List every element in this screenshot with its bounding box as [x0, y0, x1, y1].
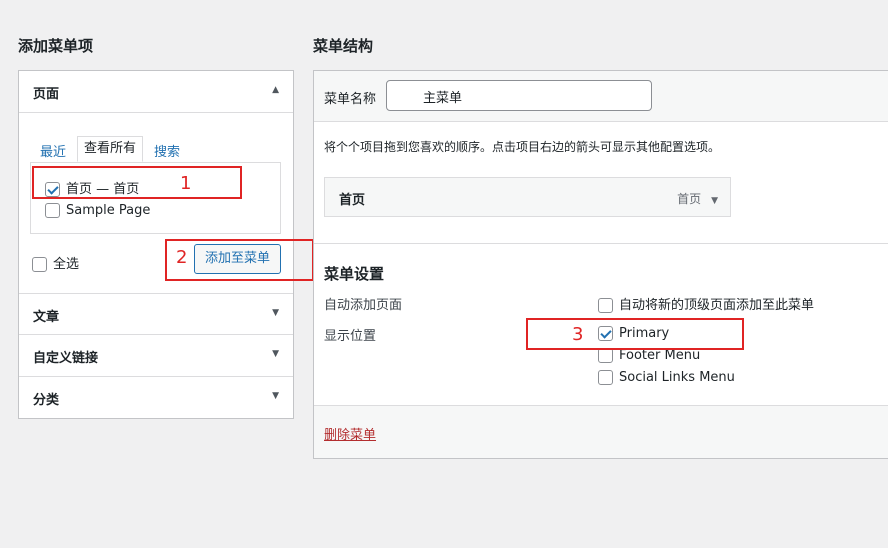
tab-view-all[interactable]: 查看所有: [77, 136, 144, 162]
display-location-label: 显示位置: [324, 329, 377, 344]
annotation-box-1: [32, 166, 242, 199]
add-menu-items-heading: 添加菜单项: [18, 37, 94, 55]
annotation-number-1: 1: [180, 173, 192, 194]
menu-structure-heading: 菜单结构: [313, 37, 374, 55]
chevron-down-icon[interactable]: ▼: [711, 196, 718, 206]
page-item-sample[interactable]: Sample Page: [45, 203, 150, 218]
accordion-custom-links-title: 自定义链接: [33, 351, 99, 366]
chevron-down-icon: ▼: [272, 349, 279, 359]
location-social[interactable]: Social Links Menu: [598, 370, 735, 385]
checkbox[interactable]: [598, 370, 613, 385]
menu-name-label: 菜单名称: [324, 92, 377, 107]
tab-recent[interactable]: 最近: [40, 141, 66, 160]
checkbox[interactable]: [45, 203, 60, 218]
menu-settings-heading: 菜单设置: [324, 265, 385, 283]
accordion-posts[interactable]: 文章 ▼: [19, 293, 293, 335]
chevron-up-icon: ▲: [272, 85, 279, 95]
instructions-text: 将个个项目拖到您喜欢的顺序。点击项目右边的箭头可显示其他配置选项。: [324, 140, 721, 154]
annotation-number-2: 2: [176, 247, 188, 268]
menu-structure-panel: [313, 70, 888, 459]
menu-item-title: 首页: [339, 193, 366, 208]
auto-add-label: 自动添加页面: [324, 298, 403, 313]
select-all[interactable]: 全选: [32, 253, 79, 272]
accordion-categories-title: 分类: [33, 393, 60, 408]
location-label: Social Links Menu: [619, 370, 735, 385]
divider: [314, 243, 888, 244]
annotation-box-3: [526, 318, 744, 350]
accordion-pages-title: 页面: [33, 87, 60, 102]
chevron-down-icon: ▼: [272, 308, 279, 318]
accordion-categories[interactable]: 分类 ▼: [19, 377, 293, 419]
annotation-number-3: 3: [572, 324, 584, 345]
accordion-custom-links[interactable]: 自定义链接 ▼: [19, 335, 293, 377]
auto-add-option[interactable]: 自动将新的顶级页面添加至此菜单: [598, 294, 814, 313]
select-all-checkbox[interactable]: [32, 257, 47, 272]
delete-menu-link[interactable]: 删除菜单: [324, 424, 376, 443]
tab-search[interactable]: 搜索: [154, 141, 180, 160]
menu-item-type: 首页: [677, 192, 702, 206]
accordion-posts-title: 文章: [33, 310, 60, 325]
auto-add-checkbox[interactable]: [598, 298, 613, 313]
menu-footer-bar: [314, 406, 888, 458]
location-label: Footer Menu: [619, 348, 701, 363]
location-footer[interactable]: Footer Menu: [598, 348, 700, 363]
auto-add-option-label: 自动将新的顶级页面添加至此菜单: [619, 298, 815, 313]
select-all-label: 全选: [53, 257, 80, 272]
menu-name-value: 主菜单: [423, 91, 463, 106]
checkbox[interactable]: [598, 348, 613, 363]
menu-name-input[interactable]: 主菜单: [386, 80, 652, 111]
chevron-down-icon: ▼: [272, 391, 279, 401]
accordion-pages[interactable]: 页面 ▲: [19, 71, 293, 113]
menu-item-home[interactable]: 首页 首页 ▼: [324, 177, 731, 217]
page-item-label: Sample Page: [66, 203, 151, 218]
